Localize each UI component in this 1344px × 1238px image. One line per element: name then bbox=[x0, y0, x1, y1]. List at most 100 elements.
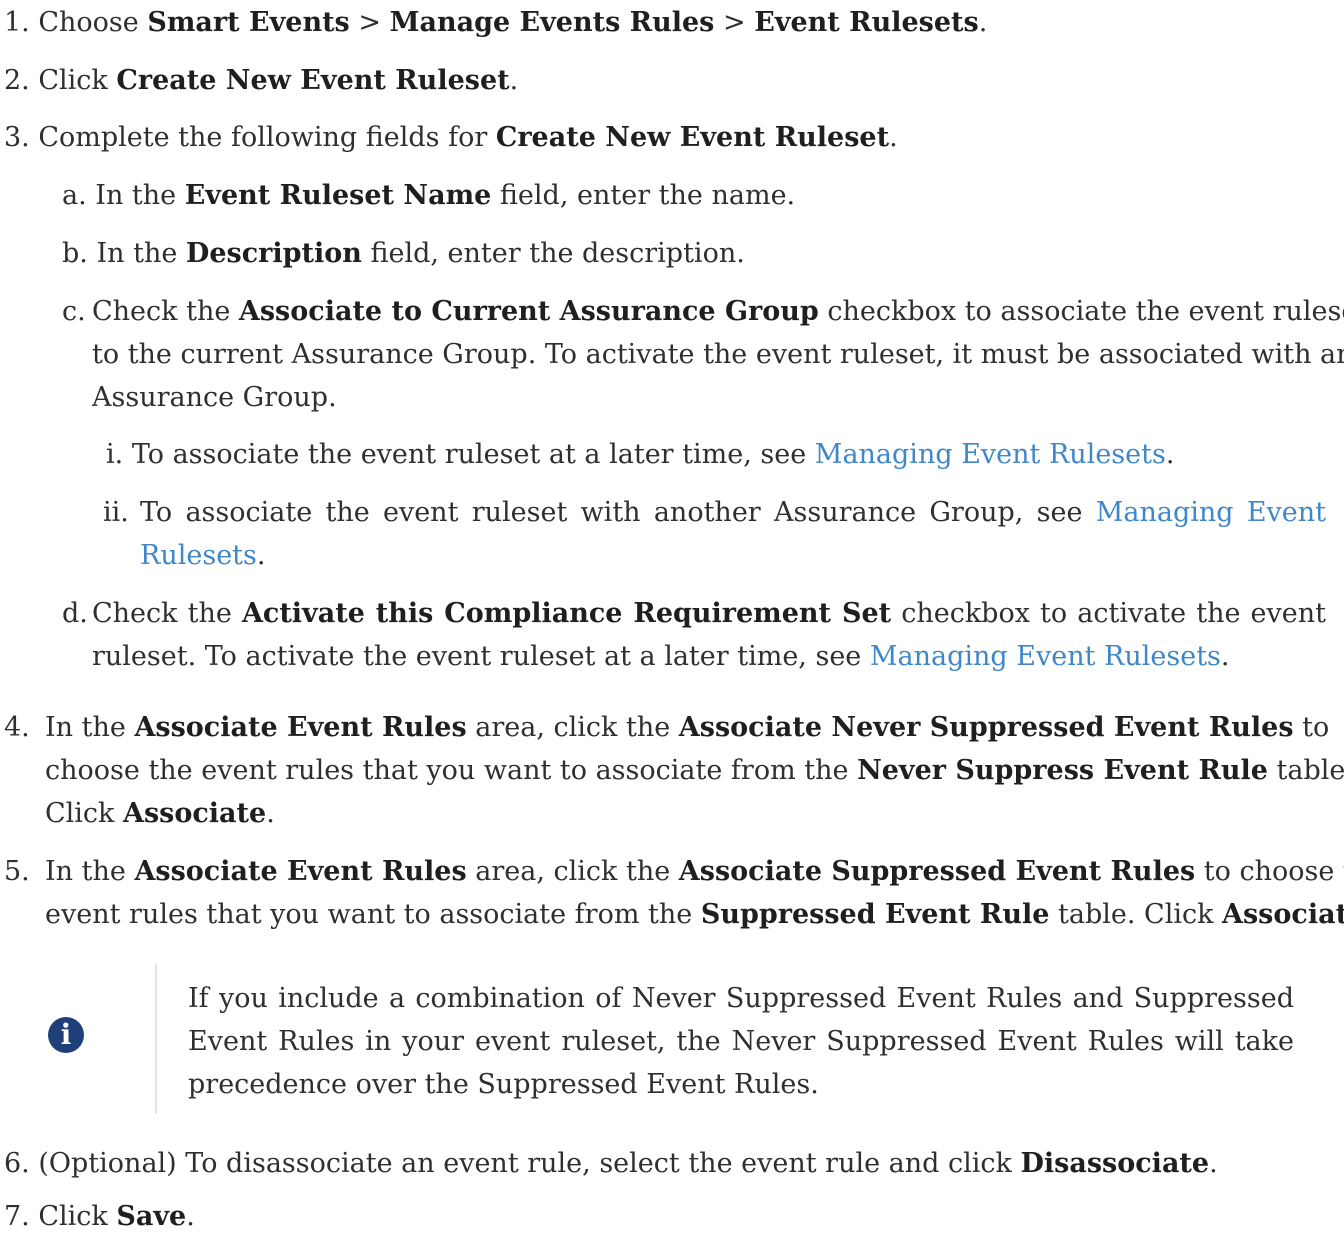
area-name: Associate Event Rules bbox=[134, 856, 467, 887]
button-name: Save bbox=[116, 1201, 187, 1232]
table-name: Never Suppress Event Rule bbox=[857, 755, 1268, 786]
subsubstep-text: To associate the event ruleset at a late… bbox=[131, 439, 815, 470]
checkbox-name: Associate to Current Assurance Group bbox=[238, 296, 819, 327]
subsubstep-ii-line-1: To associate the event ruleset with anot… bbox=[140, 492, 1326, 534]
substep-text: In the bbox=[96, 238, 186, 269]
substep-c-line-2: to the current Assurance Group. To activ… bbox=[92, 334, 1344, 376]
punctuation: . bbox=[889, 122, 898, 153]
step-4-line-2: choose the event rules that you want to … bbox=[45, 750, 1344, 792]
step-text: area, click the bbox=[466, 712, 679, 743]
subsubstep-ii-line-2: Rulesets. bbox=[140, 535, 265, 577]
subsubstep-ii-marker: ii. bbox=[103, 492, 129, 534]
step-text: Click bbox=[45, 798, 123, 829]
button-name: Associate Suppressed Event Rules bbox=[678, 856, 1196, 887]
substep-letter: a. bbox=[62, 180, 87, 211]
substep-letter: d. bbox=[62, 598, 88, 629]
substep-letter: b. bbox=[62, 238, 88, 269]
step-4-line-3: Click Associate. bbox=[45, 793, 275, 835]
step-text: to choose the bbox=[1203, 856, 1344, 887]
step-text: In the bbox=[45, 856, 135, 887]
managing-event-rulesets-link[interactable]: Managing Event Rulesets bbox=[815, 439, 1166, 470]
table-name: Suppressed Event Rule bbox=[700, 899, 1050, 930]
step-6: 6. (Optional) To disassociate an event r… bbox=[4, 1143, 1218, 1185]
punctuation: . bbox=[1220, 641, 1230, 672]
step-4-line-1: In the Associate Event Rules area, click… bbox=[45, 707, 1329, 749]
step-2: 2. Click Create New Event Ruleset. bbox=[4, 60, 518, 102]
substep-d-line-2: ruleset. To activate the event ruleset a… bbox=[92, 636, 1230, 678]
substep-c-line-1: Check the Associate to Current Assurance… bbox=[92, 291, 1344, 333]
substep-text: ruleset. To activate the event ruleset a… bbox=[92, 641, 870, 672]
step-5-marker: 5. bbox=[4, 851, 30, 893]
punctuation: . bbox=[978, 7, 988, 38]
note-text: If you include a combination of Never Su… bbox=[188, 983, 1294, 1014]
menu-path-event-rulesets: Event Rulesets bbox=[754, 7, 979, 38]
menu-path-smart-events: Smart Events bbox=[147, 7, 350, 38]
step-text: Click bbox=[38, 1201, 117, 1232]
button-name: Associate bbox=[1222, 899, 1344, 930]
substep-b: b. In the Description field, enter the d… bbox=[62, 233, 745, 275]
dialog-name: Create New Event Ruleset bbox=[495, 122, 890, 153]
step-4-marker: 4. bbox=[4, 707, 30, 749]
step-7: 7. Click Save. bbox=[4, 1196, 195, 1238]
button-name: Disassociate bbox=[1020, 1148, 1210, 1179]
substep-text: checkbox to activate the event bbox=[891, 598, 1326, 629]
substep-text: field, enter the name. bbox=[491, 180, 796, 211]
button-name: Associate Never Suppressed Event Rules bbox=[678, 712, 1294, 743]
substep-text: Check the bbox=[92, 598, 242, 629]
step-text: In the bbox=[45, 712, 135, 743]
note-line-3: precedence over the Suppressed Event Rul… bbox=[188, 1064, 819, 1106]
punctuation: . bbox=[1209, 1148, 1218, 1179]
punctuation: . bbox=[256, 540, 266, 571]
step-text: Click bbox=[38, 65, 117, 96]
substep-text: field, enter the description. bbox=[361, 238, 745, 269]
step-text: to bbox=[1293, 712, 1330, 743]
punctuation: . bbox=[1165, 439, 1175, 470]
managing-event-rulesets-link[interactable]: Managing Event bbox=[1096, 497, 1326, 528]
note-text: precedence over the Suppressed Event Rul… bbox=[188, 1069, 819, 1100]
step-text: table. bbox=[1276, 755, 1344, 786]
step-3: 3. Complete the following fields for Cre… bbox=[4, 117, 898, 159]
substep-text: to the current Assurance Group. To activ… bbox=[92, 339, 1344, 370]
punctuation: . bbox=[266, 798, 275, 829]
note-line-2: Event Rules in your event ruleset, the N… bbox=[188, 1021, 1294, 1063]
info-icon: i bbox=[48, 1017, 84, 1053]
subsubstep-i: i. To associate the event ruleset at a l… bbox=[106, 434, 1174, 476]
subsubstep-text: To associate the event ruleset with anot… bbox=[140, 497, 1096, 528]
step-text: area, click the bbox=[466, 856, 679, 887]
step-number: 4. bbox=[4, 712, 30, 743]
managing-event-rulesets-link[interactable]: Managing Event Rulesets bbox=[870, 641, 1221, 672]
step-text: table. Click bbox=[1049, 899, 1223, 930]
substep-c-line-3: Assurance Group. bbox=[92, 377, 337, 419]
create-button-label: Create New Event Ruleset bbox=[116, 65, 510, 96]
step-5-line-2: event rules that you want to associate f… bbox=[45, 894, 1344, 936]
field-name: Event Ruleset Name bbox=[184, 180, 492, 211]
step-number: 7. bbox=[4, 1201, 30, 1232]
checkbox-name: Activate this Compliance Requirement Set bbox=[241, 598, 892, 629]
step-1: 1. Choose Smart Events > Manage Events R… bbox=[4, 2, 987, 44]
substep-text: Check the bbox=[92, 296, 239, 327]
substep-text: In the bbox=[95, 180, 185, 211]
punctuation: . bbox=[509, 65, 519, 96]
substep-text: checkbox to associate the event ruleset bbox=[818, 296, 1344, 327]
step-number: 2. bbox=[4, 65, 30, 96]
menu-path-manage-events-rules: Manage Events Rules bbox=[389, 7, 715, 38]
roman-numeral: i. bbox=[106, 439, 124, 470]
admonition-divider bbox=[155, 964, 157, 1114]
field-name: Description bbox=[185, 238, 362, 269]
managing-event-rulesets-link-continued[interactable]: Rulesets bbox=[140, 540, 257, 571]
step-text: event rules that you want to associate f… bbox=[45, 899, 701, 930]
roman-numeral: ii. bbox=[103, 497, 129, 528]
substep-letter: c. bbox=[62, 296, 86, 327]
substep-d-line-1: Check the Activate this Compliance Requi… bbox=[92, 593, 1326, 635]
step-text: (Optional) To disassociate an event rule… bbox=[38, 1148, 1021, 1179]
note-text: Event Rules in your event ruleset, the N… bbox=[188, 1026, 1294, 1057]
step-number: 1. bbox=[4, 7, 30, 38]
substep-d-marker: d. bbox=[62, 593, 88, 635]
step-text: choose the event rules that you want to … bbox=[45, 755, 858, 786]
substep-c-marker-line: c. bbox=[62, 291, 86, 333]
path-separator: > bbox=[714, 7, 755, 38]
step-text: Choose bbox=[38, 7, 148, 38]
path-separator: > bbox=[349, 7, 390, 38]
punctuation: . bbox=[186, 1201, 195, 1232]
substep-a: a. In the Event Ruleset Name field, ente… bbox=[62, 175, 795, 217]
